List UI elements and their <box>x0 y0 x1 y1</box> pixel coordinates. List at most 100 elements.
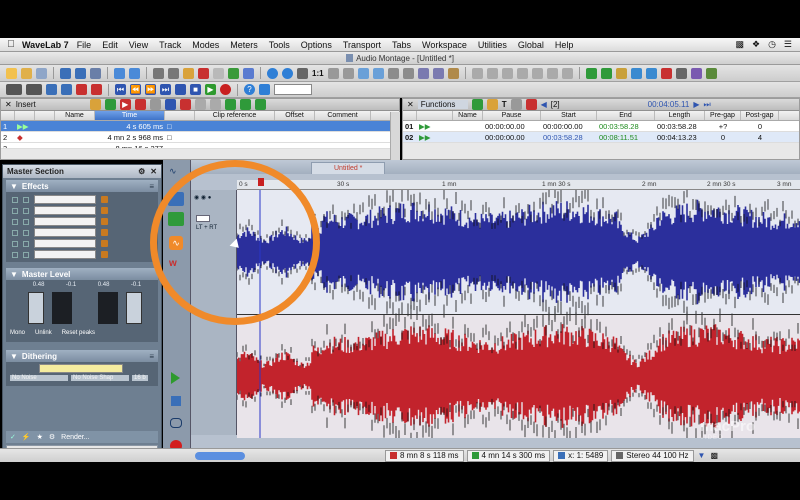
fade-icon[interactable] <box>447 67 459 79</box>
collapse-icon[interactable]: ▼ <box>10 182 18 191</box>
slot-solo-checkbox[interactable] <box>23 207 29 214</box>
table-row[interactable]: 02 ▶▶ 00:00:00.00 00:03:58.28 00:08:11.5… <box>403 132 799 143</box>
marker-blue-icon[interactable] <box>164 99 176 110</box>
camera-icon[interactable]: ▩ <box>710 451 718 460</box>
marker-play-icon[interactable]: ▶ <box>119 99 131 110</box>
row-checkbox[interactable]: □ <box>165 121 195 131</box>
slot-power-icon[interactable] <box>101 251 108 258</box>
save-all-icon[interactable] <box>90 67 101 79</box>
unlink-button[interactable]: Unlink <box>35 330 52 336</box>
undo-icon[interactable] <box>114 67 125 79</box>
col-length[interactable]: Length <box>655 111 705 120</box>
dithering-menu-icon[interactable]: ≡ <box>149 352 154 361</box>
zoom-fit-icon[interactable] <box>297 67 308 79</box>
slot-solo-checkbox[interactable] <box>23 251 29 258</box>
slot-checkbox[interactable] <box>12 251 18 258</box>
horizontal-scroll-thumb[interactable] <box>195 451 245 460</box>
region-start-icon[interactable] <box>239 99 251 110</box>
insert-scrollbar[interactable] <box>390 112 400 160</box>
effects-header[interactable]: ▼ Effects ≡ <box>6 180 158 192</box>
effect-slot[interactable] <box>6 205 158 216</box>
zoom-ratio-label[interactable]: 1:1 <box>312 69 324 78</box>
marker-icon[interactable] <box>417 67 429 79</box>
marker-add-icon[interactable] <box>76 84 87 95</box>
stop-icon[interactable] <box>171 396 181 406</box>
menu-view[interactable]: View <box>129 40 148 50</box>
slot-power-icon[interactable] <box>101 240 108 247</box>
meter-icon[interactable] <box>585 67 597 79</box>
video-icon[interactable] <box>705 67 717 79</box>
slot-checkbox[interactable] <box>12 207 18 214</box>
add-marker-icon[interactable] <box>104 99 116 110</box>
cut-icon[interactable] <box>153 67 164 79</box>
functions-pane-title[interactable]: Functions <box>417 100 468 109</box>
lock-mode-icon[interactable] <box>516 67 528 79</box>
oscilloscope-icon[interactable] <box>675 67 687 79</box>
audio-format-field[interactable]: Stereo 44 100 Hz <box>611 449 694 462</box>
menu-edit[interactable]: Edit <box>102 40 118 50</box>
check-icon[interactable]: ✓ <box>10 433 16 441</box>
col-clip-reference[interactable]: Clip reference <box>195 111 275 120</box>
time-display-field[interactable] <box>274 84 312 95</box>
bit-meter-icon[interactable] <box>660 67 672 79</box>
menu-tools[interactable]: Tools <box>269 40 290 50</box>
edit-mode-icon[interactable] <box>471 67 483 79</box>
menu-help[interactable]: Help <box>555 40 574 50</box>
tab-untitled[interactable]: Untitled * <box>311 162 386 174</box>
zoom-factor-field[interactable]: x: 1: 5489 <box>553 449 609 462</box>
scroll-options-icon[interactable] <box>26 84 42 95</box>
play-next-icon[interactable]: ⏭ <box>703 100 710 110</box>
wavescope-icon[interactable] <box>645 67 657 79</box>
slot-checkbox[interactable] <box>12 218 18 225</box>
left-fader[interactable] <box>28 292 44 324</box>
slot-plugin-selector[interactable] <box>34 228 96 237</box>
panorama-icon[interactable] <box>690 67 702 79</box>
open-file-icon[interactable] <box>21 67 32 79</box>
filter-icon[interactable]: ▼ <box>698 451 706 460</box>
reset-peaks-button[interactable]: Reset peaks <box>62 330 95 336</box>
time-ruler[interactable]: 0 s 30 s 1 mn 1 mn 30 s 2 mn 2 mn 30 s 3… <box>237 178 800 190</box>
save-as-icon[interactable] <box>75 67 86 79</box>
time-machine-icon[interactable]: ◷ <box>768 39 776 50</box>
loop-end-icon[interactable] <box>224 99 236 110</box>
zoom-out-icon[interactable] <box>282 67 293 79</box>
play-icon[interactable] <box>171 372 180 384</box>
ripple-mode-icon[interactable] <box>486 67 498 79</box>
effect-slot[interactable] <box>6 249 158 260</box>
effect-slot[interactable] <box>6 194 158 205</box>
camera-icon[interactable]: ▩ <box>735 39 744 50</box>
cursor-position-field[interactable]: 8 mn 8 s 118 ms <box>385 449 464 462</box>
slot-power-icon[interactable] <box>101 218 108 225</box>
preset-icon[interactable]: ★ <box>37 433 43 441</box>
slot-checkbox[interactable] <box>12 196 18 203</box>
menu-track[interactable]: Track <box>159 40 181 50</box>
delete-icon[interactable] <box>198 67 209 79</box>
noise-type-field[interactable]: No Noise <box>10 375 68 381</box>
help-icon[interactable]: ? <box>244 84 255 95</box>
selection-length-field[interactable]: 4 mn 14 s 300 ms <box>466 449 551 462</box>
dropbox-icon[interactable]: ❖ <box>752 39 760 50</box>
settings-icon[interactable]: ⚙ <box>138 167 145 176</box>
app-name-menu[interactable]: WaveLab 7 <box>22 40 69 50</box>
play-icon[interactable]: ▶ <box>205 84 216 95</box>
waveform[interactable] <box>236 183 800 447</box>
save-icon[interactable] <box>60 67 71 79</box>
marker-gray-icon[interactable] <box>149 99 161 110</box>
slot-solo-checkbox[interactable] <box>23 240 29 247</box>
col-name[interactable]: Name <box>55 111 95 120</box>
table-row[interactable]: 2 ◆ 4 mn 2 s 968 ms □ <box>1 132 399 143</box>
menu-file[interactable]: File <box>77 40 92 50</box>
collapse-icon[interactable]: ▼ <box>10 352 18 361</box>
rewind-icon[interactable]: ⏪ <box>130 84 141 95</box>
menu-workspace[interactable]: Workspace <box>422 40 467 50</box>
apple-menu-icon[interactable]:  <box>0 39 22 50</box>
link-mode-icon[interactable] <box>531 67 543 79</box>
playback-settings-icon[interactable] <box>259 84 270 95</box>
col-pregap[interactable]: Pre-gap <box>705 111 741 120</box>
slot-plugin-selector[interactable] <box>34 250 96 259</box>
open-recent-icon[interactable] <box>36 67 47 79</box>
group-mode-icon[interactable] <box>501 67 513 79</box>
col-pause[interactable]: Pause <box>483 111 541 120</box>
zoom-selection-icon[interactable] <box>327 67 339 79</box>
mono-button[interactable]: Mono <box>10 330 25 336</box>
